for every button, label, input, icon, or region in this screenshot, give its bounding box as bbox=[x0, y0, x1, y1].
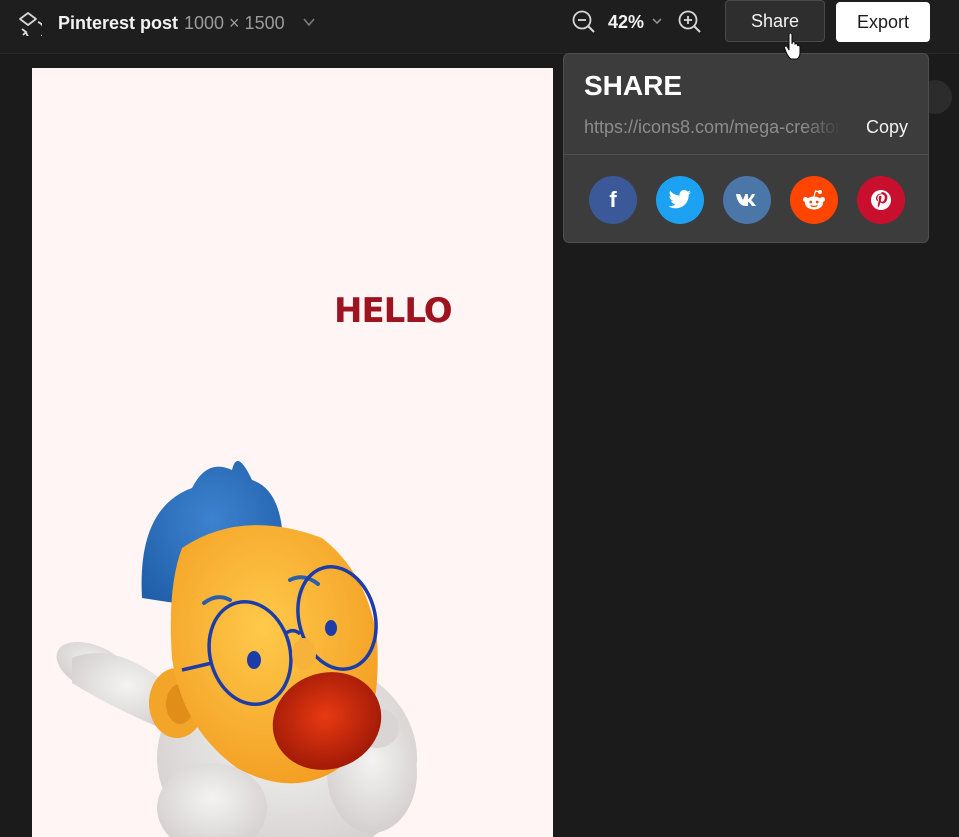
share-twitter-button[interactable] bbox=[656, 176, 704, 224]
hand-pointer-cursor-icon bbox=[784, 33, 801, 60]
social-share-row: f bbox=[589, 176, 909, 224]
share-facebook-button[interactable]: f bbox=[589, 176, 637, 224]
pinterest-icon bbox=[871, 190, 891, 210]
canvas-headline[interactable]: HELLO bbox=[334, 294, 453, 328]
share-popover: SHARE https://icons8.com/mega-creator Co… bbox=[563, 53, 929, 243]
export-button[interactable]: Export bbox=[836, 2, 930, 42]
top-toolbar: Pinterest post 1000 × 1500 42% Share Exp… bbox=[0, 0, 959, 54]
share-vk-button[interactable] bbox=[723, 176, 771, 224]
share-divider bbox=[564, 154, 928, 155]
facebook-icon: f bbox=[609, 187, 617, 212]
share-button[interactable]: Share bbox=[725, 0, 825, 42]
zoom-out-icon[interactable] bbox=[571, 9, 597, 35]
share-heading: SHARE bbox=[584, 70, 683, 101]
share-pinterest-button[interactable] bbox=[857, 176, 905, 224]
vk-icon bbox=[736, 194, 756, 206]
reset-rotate-icon[interactable] bbox=[14, 10, 42, 36]
character-illustration[interactable] bbox=[32, 388, 553, 837]
zoom-in-icon[interactable] bbox=[677, 9, 703, 35]
zoom-chevron-down-icon[interactable] bbox=[651, 15, 663, 27]
share-reddit-button[interactable] bbox=[790, 176, 838, 224]
twitter-icon bbox=[668, 190, 691, 209]
share-url-field[interactable]: https://icons8.com/mega-creator bbox=[584, 117, 842, 139]
reddit-icon bbox=[803, 190, 825, 210]
document-size: 1000 × 1500 bbox=[184, 13, 285, 33]
chevron-down-icon[interactable] bbox=[302, 15, 316, 29]
document-title: Pinterest post bbox=[58, 13, 179, 33]
design-canvas[interactable]: HELLO bbox=[32, 68, 553, 837]
share-url-text: https://icons8.com/mega-creator bbox=[584, 117, 842, 137]
zoom-level[interactable]: 42% bbox=[608, 12, 644, 33]
copy-link-button[interactable]: Copy bbox=[866, 117, 908, 138]
